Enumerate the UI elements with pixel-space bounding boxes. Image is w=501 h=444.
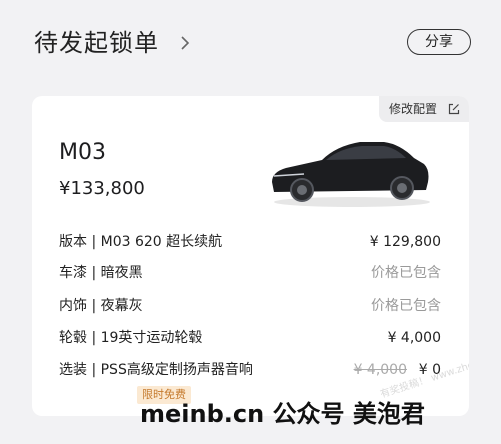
config-row: 版本 | M03 620 超长续航 ¥ 129,800 (59, 230, 441, 254)
config-row: 选装 | PSS高级定制扬声器音响 ¥ 4,000 ¥ 0 (59, 358, 441, 382)
edit-icon (448, 103, 460, 115)
row-label: 内饰 | 夜幕灰 (59, 298, 143, 314)
row-value: ¥ 129,800 (369, 234, 441, 250)
header: 待发起锁单 分享 (34, 26, 471, 60)
car-image (272, 142, 430, 207)
modify-config-button[interactable]: 修改配置 (379, 96, 469, 122)
order-card: 修改配置 M03 ¥133,800 版本 | M03 620 超长续航 ¥ 12… (32, 96, 469, 416)
row-label: 选装 | PSS高级定制扬声器音响 (59, 362, 253, 378)
config-row: 车漆 | 暗夜黑 价格已包含 (59, 261, 441, 285)
model-price: ¥133,800 (59, 178, 145, 199)
chevron-right-icon[interactable] (176, 34, 194, 52)
row-value: 价格已包含 (371, 265, 441, 281)
modify-config-label: 修改配置 (389, 102, 438, 116)
model-name: M03 (59, 140, 106, 165)
row-label: 版本 | M03 620 超长续航 (59, 234, 223, 250)
config-row: 轮毂 | 19英寸运动轮毂 ¥ 4,000 (59, 326, 441, 350)
row-value: ¥ 4,000 (387, 330, 441, 346)
row-label: 车漆 | 暗夜黑 (59, 265, 143, 281)
row-label: 轮毂 | 19英寸运动轮毂 (59, 330, 203, 346)
page-title[interactable]: 待发起锁单 (34, 29, 159, 57)
row-value: 价格已包含 (371, 298, 441, 314)
config-row: 内饰 | 夜幕灰 价格已包含 (59, 294, 441, 318)
watermark: meinb.cn 公众号 美泡君 (140, 400, 425, 428)
share-button[interactable]: 分享 (407, 29, 471, 55)
